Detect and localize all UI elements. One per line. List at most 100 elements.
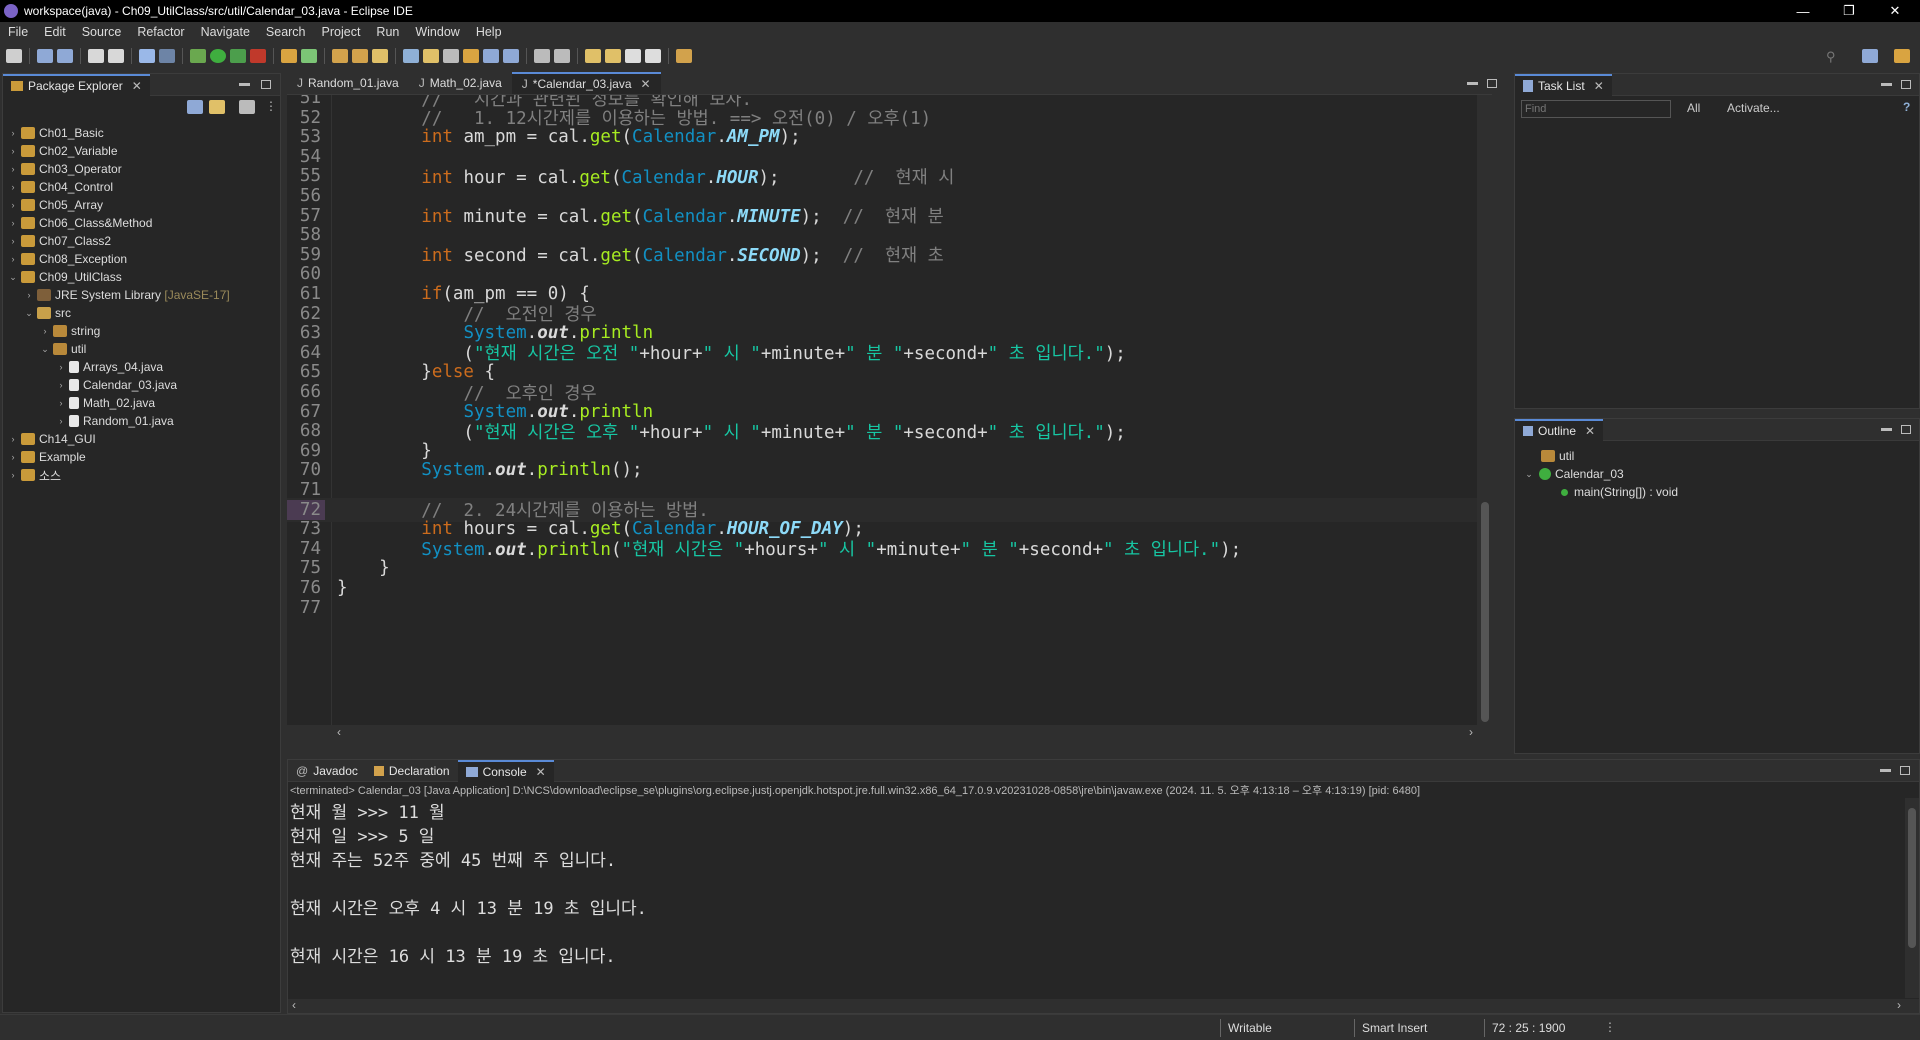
tab-math-02[interactable]: J Math_02.java	[409, 72, 512, 94]
tree-item[interactable]: › Math_02.java	[3, 394, 280, 412]
undo-icon[interactable]	[88, 49, 104, 63]
close-icon[interactable]: ✕	[1594, 79, 1604, 93]
tree-item[interactable]: › Ch03_Operator	[3, 160, 280, 178]
menu-refactor[interactable]: Refactor	[129, 25, 192, 39]
forward-icon[interactable]	[645, 49, 661, 63]
minimize-icon[interactable]	[1880, 769, 1891, 772]
last-edit-icon[interactable]	[585, 49, 601, 63]
minimize-icon[interactable]	[1467, 82, 1478, 85]
tree-item[interactable]: › 소스	[3, 466, 280, 484]
open-task-icon[interactable]	[352, 49, 368, 63]
close-icon[interactable]: ✕	[1585, 424, 1595, 438]
tree-item[interactable]: › Ch07_Class2	[3, 232, 280, 250]
minimize-icon[interactable]	[1881, 83, 1892, 86]
skip-breakpoints-icon[interactable]	[159, 49, 175, 63]
expand-arrow-icon[interactable]: ›	[55, 380, 67, 390]
run-icon[interactable]	[210, 49, 226, 63]
collapse-arrow-icon[interactable]: ⌄	[23, 308, 35, 319]
activate-link[interactable]: Activate...	[1727, 101, 1780, 115]
expand-arrow-icon[interactable]: ›	[7, 236, 19, 246]
annotation-icon[interactable]	[403, 49, 419, 63]
expand-arrow-icon[interactable]: ›	[7, 164, 19, 174]
collapse-arrow-icon[interactable]: ⌄	[39, 344, 51, 355]
expand-arrow-icon[interactable]: ›	[7, 182, 19, 192]
all-filter[interactable]: All	[1687, 101, 1700, 115]
back-icon[interactable]	[625, 49, 641, 63]
tree-item[interactable]: › Ch04_Control	[3, 178, 280, 196]
tree-item[interactable]: › string	[3, 322, 280, 340]
menu-navigate[interactable]: Navigate	[193, 25, 258, 39]
tree-item[interactable]: ⌄ util	[3, 340, 280, 358]
maximize-icon[interactable]	[1901, 80, 1911, 89]
save-icon[interactable]	[37, 49, 53, 63]
tree-item[interactable]: › Ch14_GUI	[3, 430, 280, 448]
tree-item[interactable]: ⌄ Ch09_UtilClass	[3, 268, 280, 286]
find-input[interactable]	[1521, 100, 1671, 118]
open-perspective-icon[interactable]	[1862, 49, 1878, 63]
scroll-thumb[interactable]	[1908, 808, 1916, 948]
scroll-right-icon[interactable]: ›	[1469, 725, 1473, 739]
status-menu-icon[interactable]: ⋮	[1604, 1020, 1616, 1034]
new-java-project-icon[interactable]	[281, 49, 297, 63]
tree-item[interactable]: › JRE System Library [JavaSE-17]	[3, 286, 280, 304]
close-window-button[interactable]: ✕	[1872, 0, 1918, 22]
editor-vertical-scrollbar[interactable]	[1478, 95, 1492, 725]
expand-arrow-icon[interactable]: ›	[7, 218, 19, 228]
word-wrap-icon[interactable]	[483, 49, 499, 63]
tree-item[interactable]: › Example	[3, 448, 280, 466]
minimize-button[interactable]: —	[1780, 0, 1826, 22]
expand-arrow-icon[interactable]: ›	[39, 326, 51, 336]
highlight-icon[interactable]	[423, 49, 439, 63]
expand-arrow-icon[interactable]: ›	[7, 470, 19, 480]
cursor-position[interactable]: 72 : 25 : 1900	[1492, 1021, 1565, 1035]
tab-random-01[interactable]: J Random_01.java	[287, 72, 409, 94]
help-icon[interactable]: ?	[1903, 100, 1910, 114]
collapse-all-icon[interactable]	[187, 100, 203, 114]
tree-item[interactable]: › Ch01_Basic	[3, 124, 280, 142]
scroll-right-icon[interactable]: ›	[1897, 998, 1901, 1012]
tree-item[interactable]: › Ch02_Variable	[3, 142, 280, 160]
tab-console[interactable]: Console ✕	[457, 759, 554, 782]
maximize-icon[interactable]	[1900, 766, 1910, 775]
tab-outline[interactable]: Outline ✕	[1515, 418, 1604, 441]
menu-project[interactable]: Project	[314, 25, 369, 39]
expand-arrow-icon[interactable]: ›	[7, 128, 19, 138]
search-icon[interactable]: ⚲	[1826, 49, 1836, 65]
maximize-icon[interactable]	[1487, 79, 1497, 88]
expand-arrow-icon[interactable]: ›	[23, 290, 35, 300]
minimize-icon[interactable]	[239, 83, 250, 86]
tab-package-explorer[interactable]: Package Explorer ✕	[3, 73, 150, 96]
tree-item[interactable]: › Ch06_Class&Method	[3, 214, 280, 232]
close-icon[interactable]: ✕	[132, 79, 142, 93]
tree-item[interactable]: › Random_01.java	[3, 412, 280, 430]
insert-mode-status[interactable]: Smart Insert	[1362, 1021, 1427, 1035]
tree-item[interactable]: › Ch08_Exception	[3, 250, 280, 268]
console-vertical-scrollbar[interactable]	[1905, 798, 1919, 998]
menu-search[interactable]: Search	[258, 25, 314, 39]
expand-arrow-icon[interactable]: ›	[7, 254, 19, 264]
search-tool-icon[interactable]	[372, 49, 388, 63]
menu-file[interactable]: File	[0, 25, 36, 39]
forward-edit-icon[interactable]	[605, 49, 621, 63]
block-selection-icon[interactable]	[463, 49, 479, 63]
code-line[interactable]: 77	[287, 596, 1477, 620]
scroll-left-icon[interactable]: ‹	[337, 725, 341, 739]
code-editor[interactable]: 51 // 시간과 관련된 정보를 확인해 보자. 52 // 1. 12시간제를…	[287, 95, 1477, 725]
coverage-icon[interactable]	[230, 49, 246, 63]
minimize-icon[interactable]	[1881, 428, 1892, 431]
new-icon[interactable]	[6, 49, 22, 63]
save-all-icon[interactable]	[57, 49, 73, 63]
collapse-arrow-icon[interactable]: ⌄	[1523, 469, 1535, 480]
expand-arrow-icon[interactable]: ›	[55, 398, 67, 408]
show-whitespace-icon[interactable]	[503, 49, 519, 63]
toggle-mark-icon[interactable]	[443, 49, 459, 63]
previous-annotation-icon[interactable]	[554, 49, 570, 63]
tree-item[interactable]: › Arrays_04.java	[3, 358, 280, 376]
expand-arrow-icon[interactable]: ›	[55, 416, 67, 426]
expand-arrow-icon[interactable]: ›	[7, 434, 19, 444]
restore-button[interactable]: ❐	[1826, 0, 1872, 22]
menu-source[interactable]: Source	[74, 25, 130, 39]
collapse-arrow-icon[interactable]: ⌄	[7, 272, 19, 283]
expand-arrow-icon[interactable]: ›	[7, 452, 19, 462]
tab-declaration[interactable]: Declaration	[366, 760, 458, 782]
